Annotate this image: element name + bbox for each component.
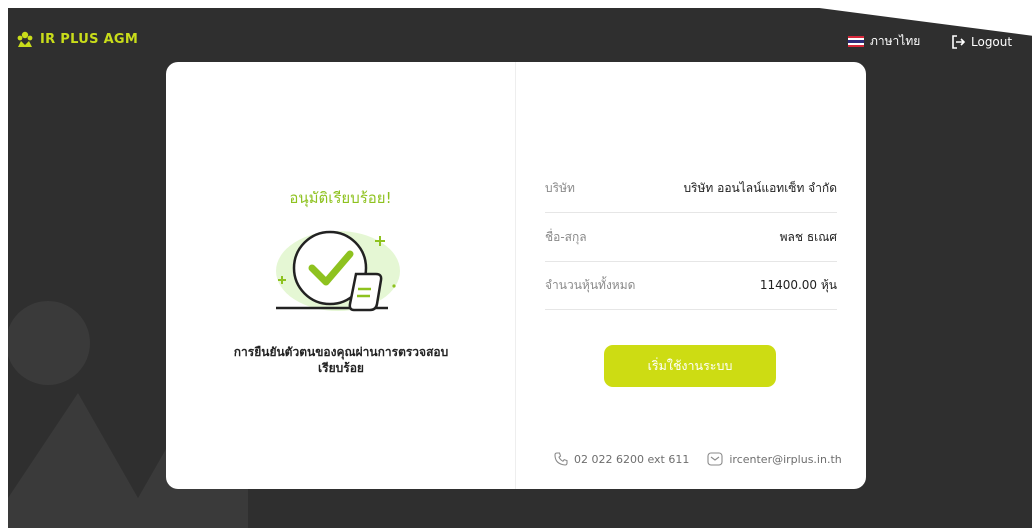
contact-footer: 02 022 6200 ext 611 ircenter@irplus.in.t…: [554, 447, 844, 471]
brand-logo-icon: [17, 31, 33, 47]
logout-button[interactable]: Logout: [950, 34, 1012, 50]
success-title: อนุมัติเรียบร้อย!: [289, 189, 392, 207]
brand[interactable]: IR PLUS AGM: [16, 30, 138, 48]
contact-phone[interactable]: 02 022 6200 ext 611: [574, 453, 689, 466]
info-row-company: บริษัท บริษัท ออนไลน์แอทเซ็ท จำกัด: [545, 164, 837, 213]
verification-message-line1: การยืนยันตัวตนของคุณผ่านการตรวจสอบ: [233, 345, 449, 359]
logout-label: Logout: [971, 35, 1013, 49]
verification-message-line2: เรียบร้อย: [318, 361, 364, 375]
check-document-icon: [276, 230, 400, 312]
start-system-button[interactable]: เริ่มใช้งานระบบ: [604, 345, 776, 387]
verification-message: การยืนยันตัวตนของคุณผ่านการตรวจสอบ เรียบ…: [206, 344, 476, 376]
language-label: ภาษาไทย: [870, 34, 921, 48]
language-switcher[interactable]: ภาษาไทย: [848, 32, 920, 51]
info-row-name: ชื่อ-สกุล พลช ธเณศ: [545, 213, 837, 262]
info-value: 11400.00 หุ้น: [759, 277, 837, 292]
top-bar: IR PLUS AGM ภาษาไทย Logout: [8, 8, 1032, 56]
info-label: บริษัท: [545, 180, 575, 195]
email-icon: [707, 452, 723, 466]
logout-icon: [952, 35, 966, 49]
card-divider: [515, 62, 516, 489]
info-label: ชื่อ-สกุล: [545, 229, 587, 244]
info-label: จำนวนหุ้นทั้งหมด: [545, 277, 636, 292]
info-value: บริษัท ออนไลน์แอทเซ็ท จำกัด: [683, 180, 837, 195]
contact-email[interactable]: ircenter@irplus.in.th: [729, 453, 841, 466]
info-row-shares: จำนวนหุ้นทั้งหมด 11400.00 หุ้น: [545, 261, 837, 310]
info-value: พลช ธเณศ: [779, 229, 837, 244]
phone-icon: [554, 452, 568, 466]
brand-name: IR PLUS AGM: [40, 31, 139, 47]
thai-flag-icon: [848, 36, 864, 47]
approval-card: อนุมัติเรียบร้อย! การยืนยันตัวตนของคุณผ่…: [166, 62, 866, 489]
app-window: IR PLUS AGM ภาษาไทย Logout อนุมัติเรียบร…: [8, 8, 1032, 528]
